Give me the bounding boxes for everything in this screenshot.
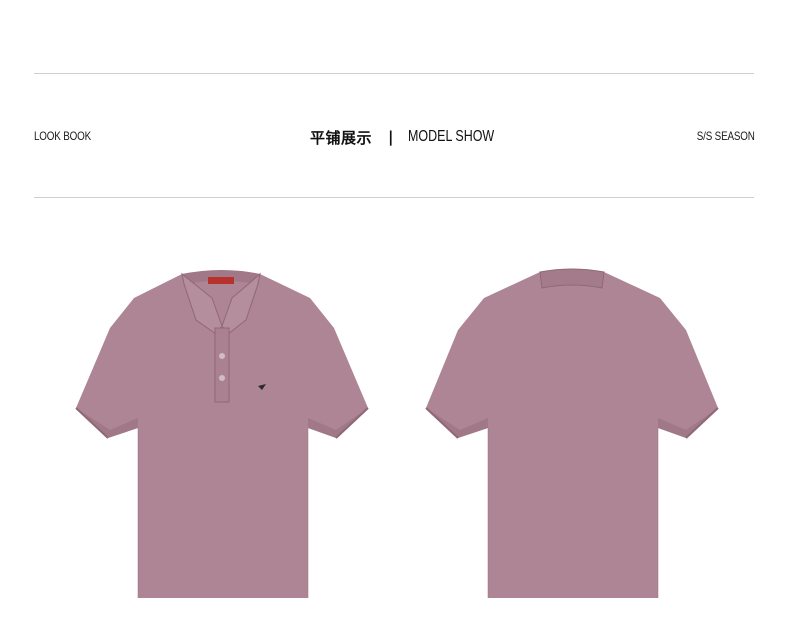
top-divider-line (34, 73, 754, 74)
section-title-en: MODEL SHOW (407, 128, 494, 145)
section-title: 平铺展示 | MODEL SHOW (310, 124, 518, 150)
polo-shirt-front-image (75, 270, 369, 598)
look-book-label: LOOK BOOK (34, 129, 92, 143)
polo-shirt-back-image (425, 268, 719, 598)
title-separator: | (388, 128, 394, 146)
lookbook-header: LOOK BOOK 平铺展示 | MODEL SHOW S/S SEASON (34, 124, 755, 150)
section-title-cn: 平铺展示 (310, 128, 373, 147)
season-label: S/S SEASON (697, 129, 755, 143)
bottom-divider-line (34, 197, 754, 198)
